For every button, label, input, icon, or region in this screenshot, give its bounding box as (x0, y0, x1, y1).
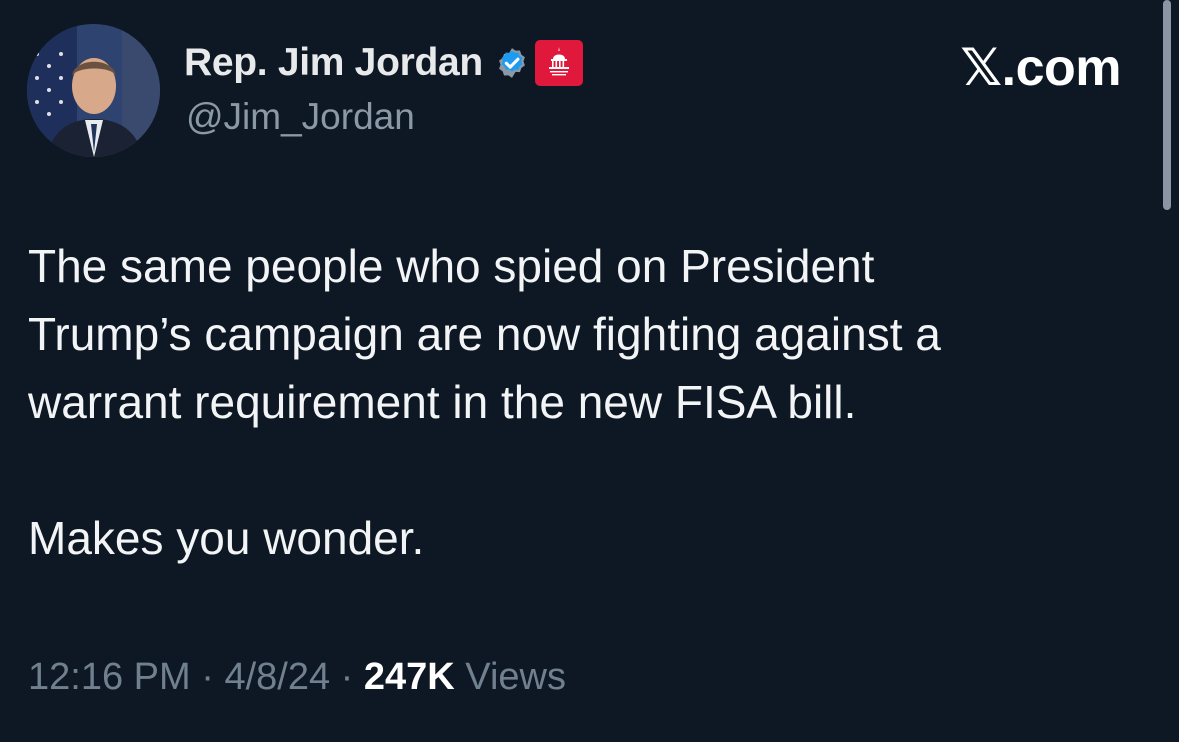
tweet-line: warrant requirement in the new FISA bill… (28, 376, 857, 428)
tweet-closing: Makes you wonder. (28, 512, 425, 564)
meta-separator: · (340, 656, 354, 698)
scrollbar-thumb[interactable] (1163, 0, 1171, 210)
author-handle[interactable]: @Jim_Jordan (186, 96, 415, 138)
meta-separator: · (201, 656, 214, 698)
tweet-line: Trump’s campaign are now fighting agains… (28, 308, 941, 360)
tweet-time[interactable]: 12:16 PM (28, 656, 191, 698)
avatar-image (27, 24, 160, 157)
tweet-text: The same people who spied on President T… (28, 232, 1118, 572)
author-name-row: Rep. Jim Jordan (184, 40, 583, 86)
author-display-name[interactable]: Rep. Jim Jordan (184, 41, 483, 85)
tweet-paragraph: The same people who spied on President T… (28, 232, 1118, 436)
tweet-meta: 12:16 PM · 4/8/24 · 247K Views (28, 656, 566, 699)
tweet-date[interactable]: 4/8/24 (224, 656, 330, 698)
x-com-logo: 𝕏.com (960, 39, 1121, 97)
views-count[interactable]: 247K (364, 656, 455, 698)
avatar[interactable] (27, 24, 160, 157)
views-label: Views (465, 656, 566, 698)
tweet-line: The same people who spied on President (28, 240, 875, 292)
capitol-gop-badge-icon (534, 40, 583, 86)
verified-check-icon (499, 48, 525, 78)
tweet-screenshot: Rep. Jim Jordan @Jim_Jordan 𝕏.com The sa… (0, 0, 1179, 742)
